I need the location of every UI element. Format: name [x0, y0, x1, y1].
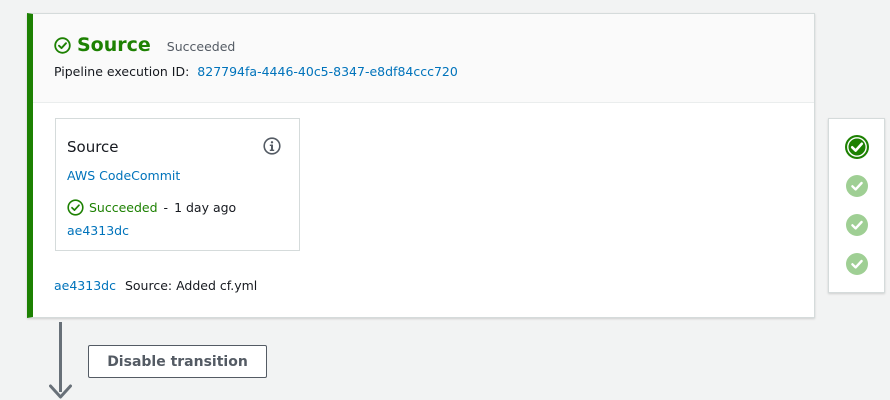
check-circle-icon[interactable] — [845, 135, 869, 159]
stage-panel: Source Succeeded Pipeline execution ID: … — [27, 13, 815, 318]
check-circle-icon — [54, 36, 71, 54]
action-status: Succeeded — [89, 200, 158, 215]
execution-id-label: Pipeline execution ID: — [54, 64, 190, 79]
execution-id-row: Pipeline execution ID: 827794fa-4446-40c… — [54, 64, 458, 79]
stage-status: Succeeded — [166, 39, 236, 54]
provider-link[interactable]: AWS CodeCommit — [67, 168, 180, 183]
stage-navigator-panel — [828, 118, 885, 293]
action-status-row: Succeeded - 1 day ago — [67, 199, 236, 216]
arrow-down-icon — [49, 384, 72, 399]
action-commit-link[interactable]: ae4313dc — [67, 223, 129, 238]
stage-title: Source — [77, 34, 151, 56]
stage-title-row: Source Succeeded — [54, 34, 235, 56]
check-circle-icon — [67, 199, 84, 216]
check-circle-icon[interactable] — [845, 252, 869, 276]
check-circle-icon[interactable] — [845, 213, 869, 237]
execution-id-link[interactable]: 827794fa-4446-40c5-8347-e8df84ccc720 — [197, 64, 458, 79]
disable-transition-button[interactable]: Disable transition — [88, 345, 267, 378]
status-separator: - — [163, 200, 169, 215]
info-icon[interactable] — [263, 137, 281, 155]
time-ago: 1 day ago — [174, 200, 237, 215]
stage-header: Source Succeeded Pipeline execution ID: … — [33, 14, 814, 103]
action-card: Source AWS CodeCommit Succeeded - 1 day … — [55, 118, 300, 251]
commit-row: ae4313dc Source: Added cf.yml — [54, 278, 257, 293]
action-name: Source — [67, 138, 119, 156]
commit-message: Source: Added cf.yml — [124, 278, 258, 293]
check-circle-icon[interactable] — [845, 174, 869, 198]
commit-link[interactable]: ae4313dc — [54, 278, 116, 293]
